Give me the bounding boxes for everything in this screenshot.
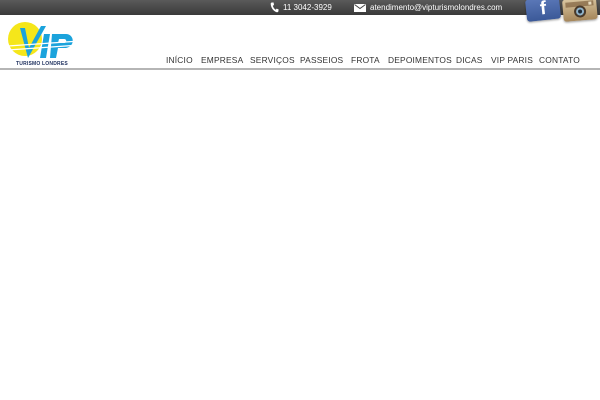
envelope-icon	[354, 3, 366, 12]
phone-contact: 11 3042-3929	[270, 0, 332, 15]
instagram-icon[interactable]	[562, 0, 598, 22]
header-divider	[0, 68, 600, 70]
facebook-letter: f	[538, 0, 548, 20]
nav-item-empresa[interactable]: EMPRESA	[201, 55, 243, 65]
facebook-icon[interactable]: f	[525, 0, 562, 22]
phone-number[interactable]: 11 3042-3929	[283, 3, 332, 12]
phone-icon	[270, 2, 279, 13]
email-contact: atendimento@vipturismolondres.com	[354, 0, 502, 15]
nav-item-dicas[interactable]: DICAS	[456, 55, 483, 65]
camera-lens-icon	[565, 0, 594, 18]
nav-item-contato[interactable]: CONTATO	[539, 55, 580, 65]
nav-item-frota[interactable]: FROTA	[351, 55, 380, 65]
nav-item-vip-paris[interactable]: VIP PARIS	[491, 55, 533, 65]
nav-item-inicio[interactable]: INÍCIO	[166, 55, 193, 65]
logo-subtitle: TURISMO LONDRES	[16, 61, 68, 67]
nav-item-depoimentos[interactable]: DEPOIMENTOS	[388, 55, 452, 65]
nav-item-passeios[interactable]: PASSEIOS	[300, 55, 343, 65]
nav-item-servicos[interactable]: SERVIÇOS	[250, 55, 295, 65]
logo-graphic	[7, 22, 81, 58]
email-address[interactable]: atendimento@vipturismolondres.com	[370, 3, 502, 12]
